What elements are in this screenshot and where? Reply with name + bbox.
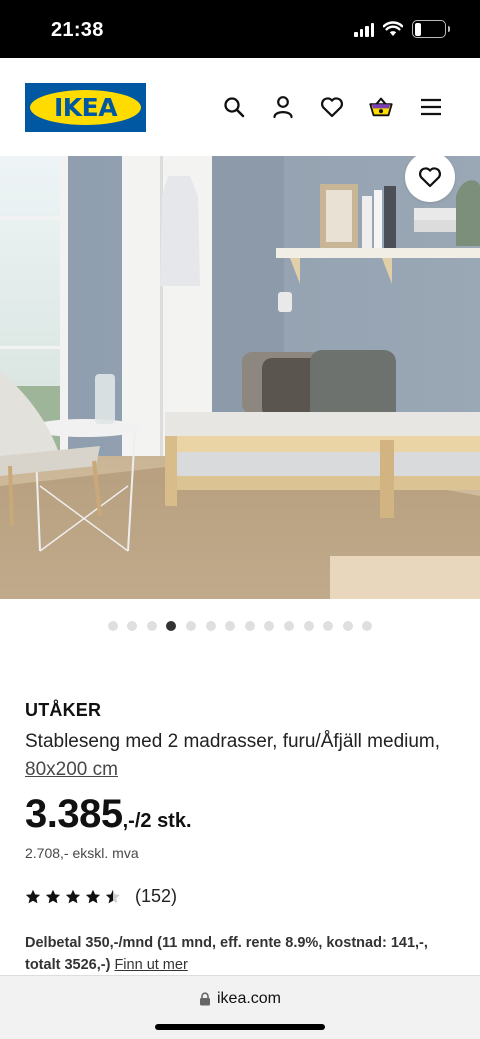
financing-text: Delbetal 350,-/mnd (11 mnd, eff. rente 8… [25,935,428,973]
product-image[interactable] [0,156,480,599]
heart-icon [418,167,442,188]
star-half-icon [105,889,121,904]
product-description-text: Stableseng med 2 madrasser, furu/Åfjäll … [25,731,441,752]
product-name[interactable]: UTÅKER [25,700,101,721]
lock-icon [199,992,210,1006]
star-full-icon [25,889,41,904]
search-icon[interactable] [221,94,247,120]
status-bar: 21:38 6 [0,0,480,58]
shopping-bag-icon[interactable] [368,94,394,120]
size-link[interactable]: 80x200 cm [25,759,118,780]
price-main: 3.385 [25,792,123,836]
profile-icon[interactable] [270,94,296,120]
site-header: IKEA [0,58,480,156]
rating-stars [25,889,121,904]
carousel-dot[interactable] [362,621,373,631]
carousel-dot[interactable] [342,621,353,631]
carousel-dot[interactable] [244,621,255,631]
cellular-signal-icon [354,21,374,37]
price-suffix: ,-/2 stk. [122,810,192,832]
carousel-dot[interactable] [303,621,314,631]
carousel-dot[interactable] [146,621,157,631]
url-display[interactable]: ikea.com [0,990,480,1008]
product-price: 3.385 ,-/2 stk. [25,792,192,837]
star-full-icon [65,889,81,904]
status-indicators: 6 [354,20,450,38]
star-full-icon [85,889,101,904]
financing-link[interactable]: Finn ut mer [114,957,187,973]
carousel-dot[interactable] [186,621,197,631]
carousel-dot[interactable] [323,621,334,631]
carousel-dot[interactable] [127,621,138,631]
carousel-dot[interactable] [205,621,216,631]
bedroom-scene-image [0,156,480,599]
image-carousel-dots [0,621,480,631]
browser-address-bar[interactable]: ikea.com [0,975,480,1039]
review-count: (152) [135,886,178,906]
battery-level: 6 [424,21,432,37]
carousel-dot[interactable] [107,621,118,631]
status-time: 21:38 [51,19,104,41]
url-text: ikea.com [216,990,282,1007]
carousel-dot[interactable] [264,621,275,631]
product-rating[interactable]: (152) [25,886,177,907]
price-ex-vat: 2.708,- ekskl. mva [25,845,139,861]
star-full-icon [45,889,61,904]
home-indicator[interactable] [155,1024,325,1030]
menu-icon[interactable] [418,94,444,120]
carousel-dot[interactable] [283,621,294,631]
heart-icon[interactable] [319,94,345,120]
financing-info: Delbetal 350,-/mnd (11 mnd, eff. rente 8… [25,932,465,976]
carousel-dot[interactable] [225,621,236,631]
product-description: Stableseng med 2 madrasser, furu/Åfjäll … [25,728,445,784]
carousel-dot[interactable] [166,621,177,631]
wifi-icon [383,21,403,36]
battery-icon: 6 [412,20,450,38]
